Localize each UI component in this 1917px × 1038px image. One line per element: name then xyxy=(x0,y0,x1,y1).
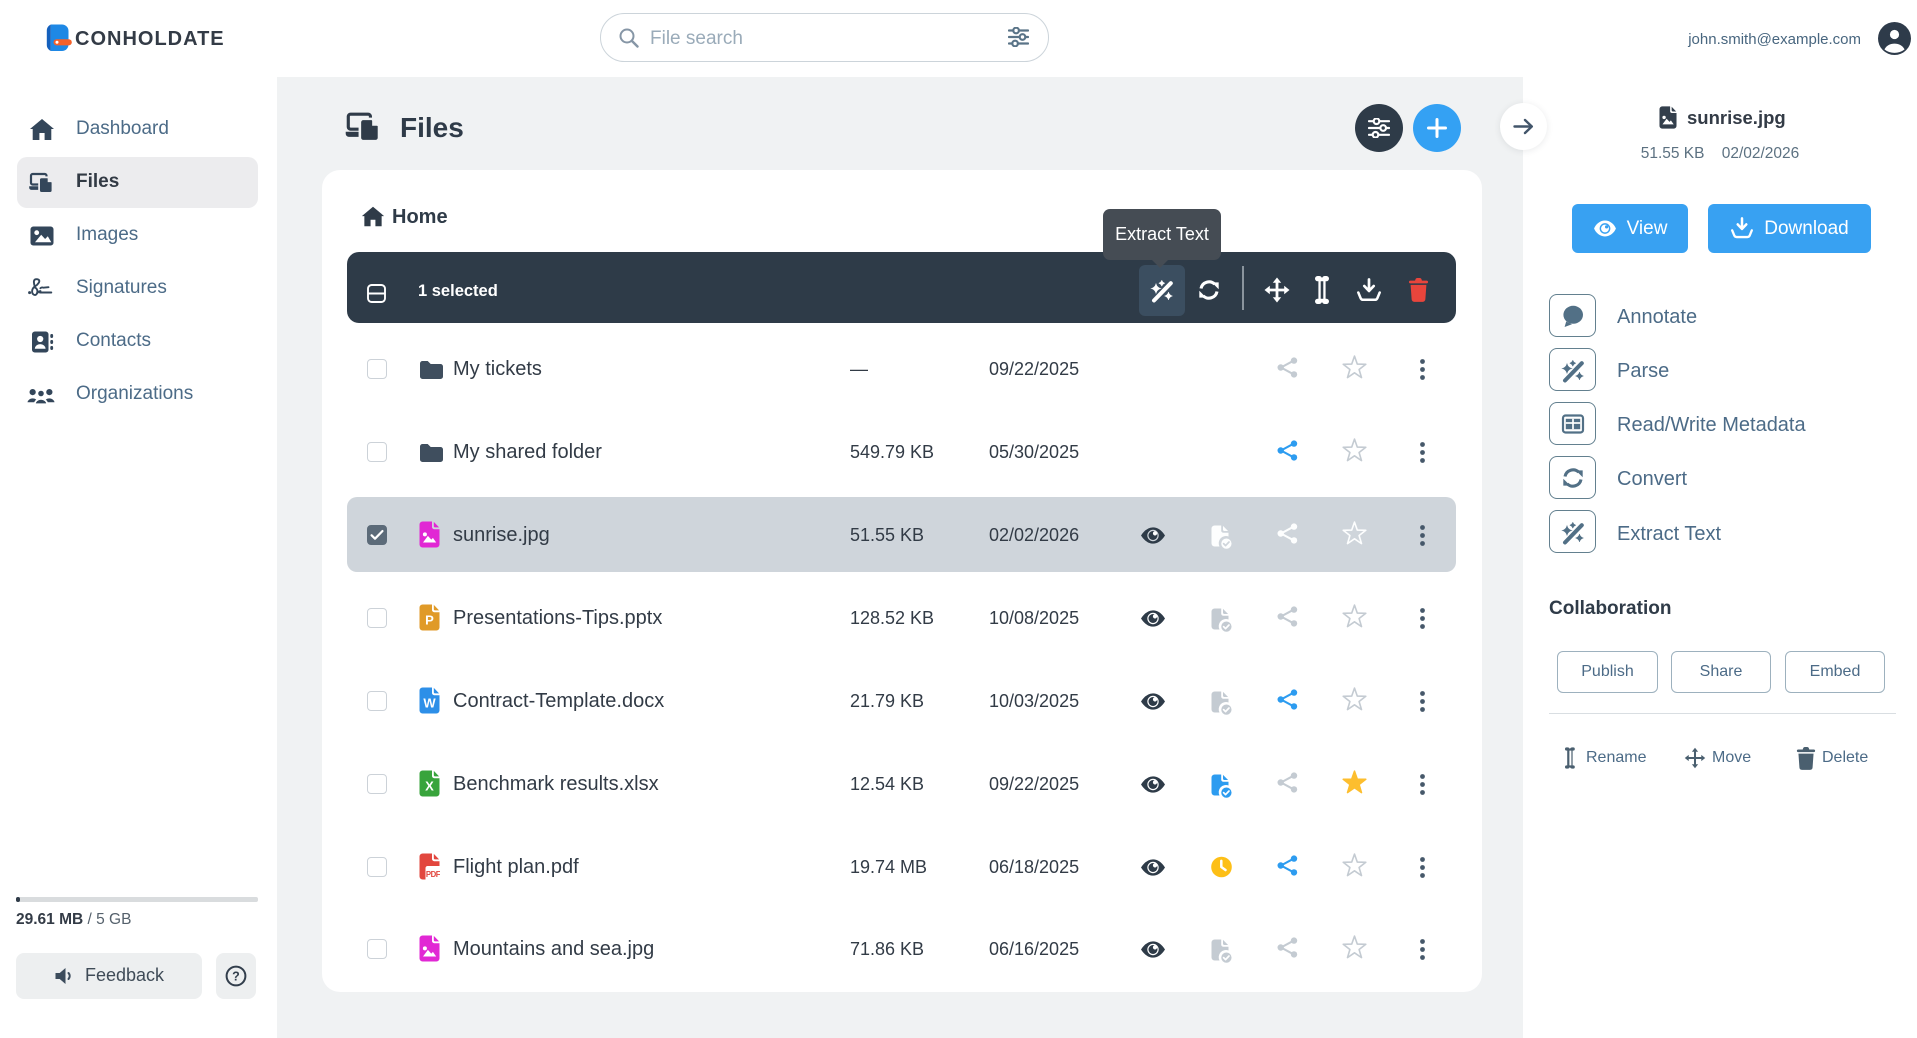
svg-text:X: X xyxy=(425,778,434,793)
svg-text:?: ? xyxy=(232,970,240,984)
svg-text:P: P xyxy=(425,612,434,627)
svg-text:W: W xyxy=(423,695,436,710)
svg-text:PDF: PDF xyxy=(426,869,440,878)
